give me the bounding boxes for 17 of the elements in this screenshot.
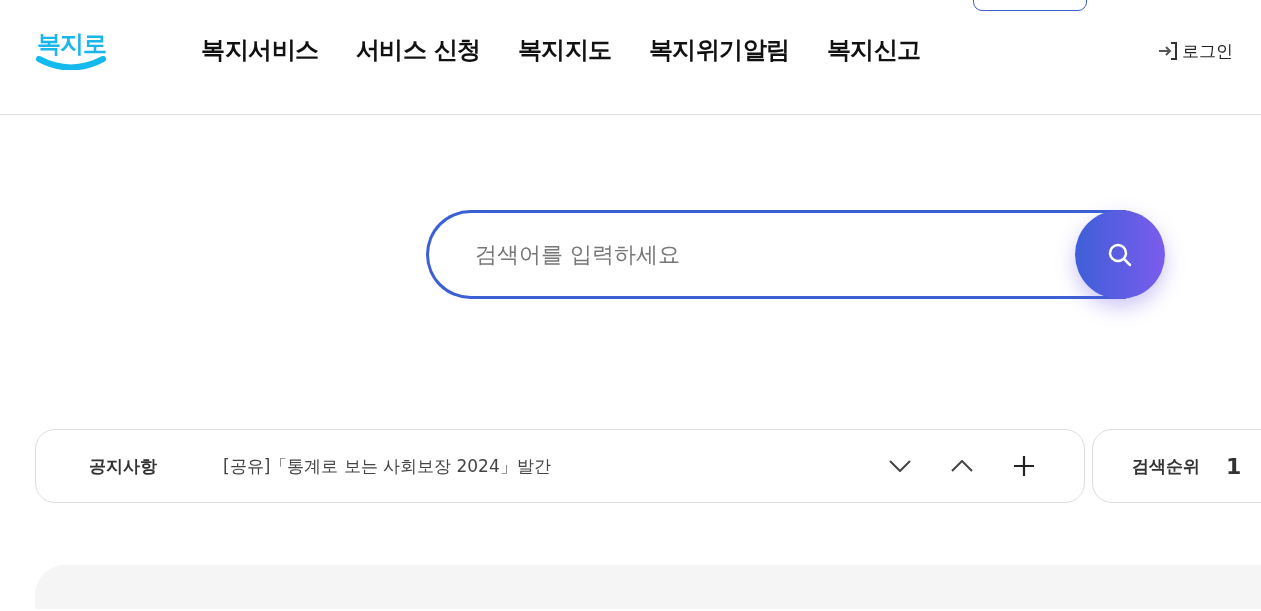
search-field[interactable]: 검색어를 입력하세요 — [426, 210, 1075, 299]
chevron-up-icon — [951, 460, 973, 472]
rank-number: 1 — [1226, 453, 1242, 479]
nav-link[interactable]: 서비스 신청 — [355, 34, 481, 66]
search-button[interactable] — [1075, 210, 1165, 299]
login-icon — [1158, 42, 1178, 60]
plus-icon — [1014, 456, 1034, 476]
notice-heading: 공지사항 — [89, 454, 157, 478]
login-button[interactable]: 로그인 — [1158, 39, 1233, 63]
nav-link[interactable]: 복지서비스 — [201, 34, 319, 66]
nav-link[interactable]: 복지지도 — [517, 34, 612, 66]
nav-link[interactable]: 복지신고 — [826, 34, 921, 66]
notice-link[interactable]: [공유]「통계로 보는 사회보장 2024」발간 — [223, 454, 551, 478]
ranking-heading: 검색순위 — [1132, 454, 1200, 478]
chevron-down-icon — [889, 460, 911, 472]
smile-icon — [35, 56, 107, 70]
nav-link[interactable]: 복지위기알림 — [648, 34, 790, 66]
